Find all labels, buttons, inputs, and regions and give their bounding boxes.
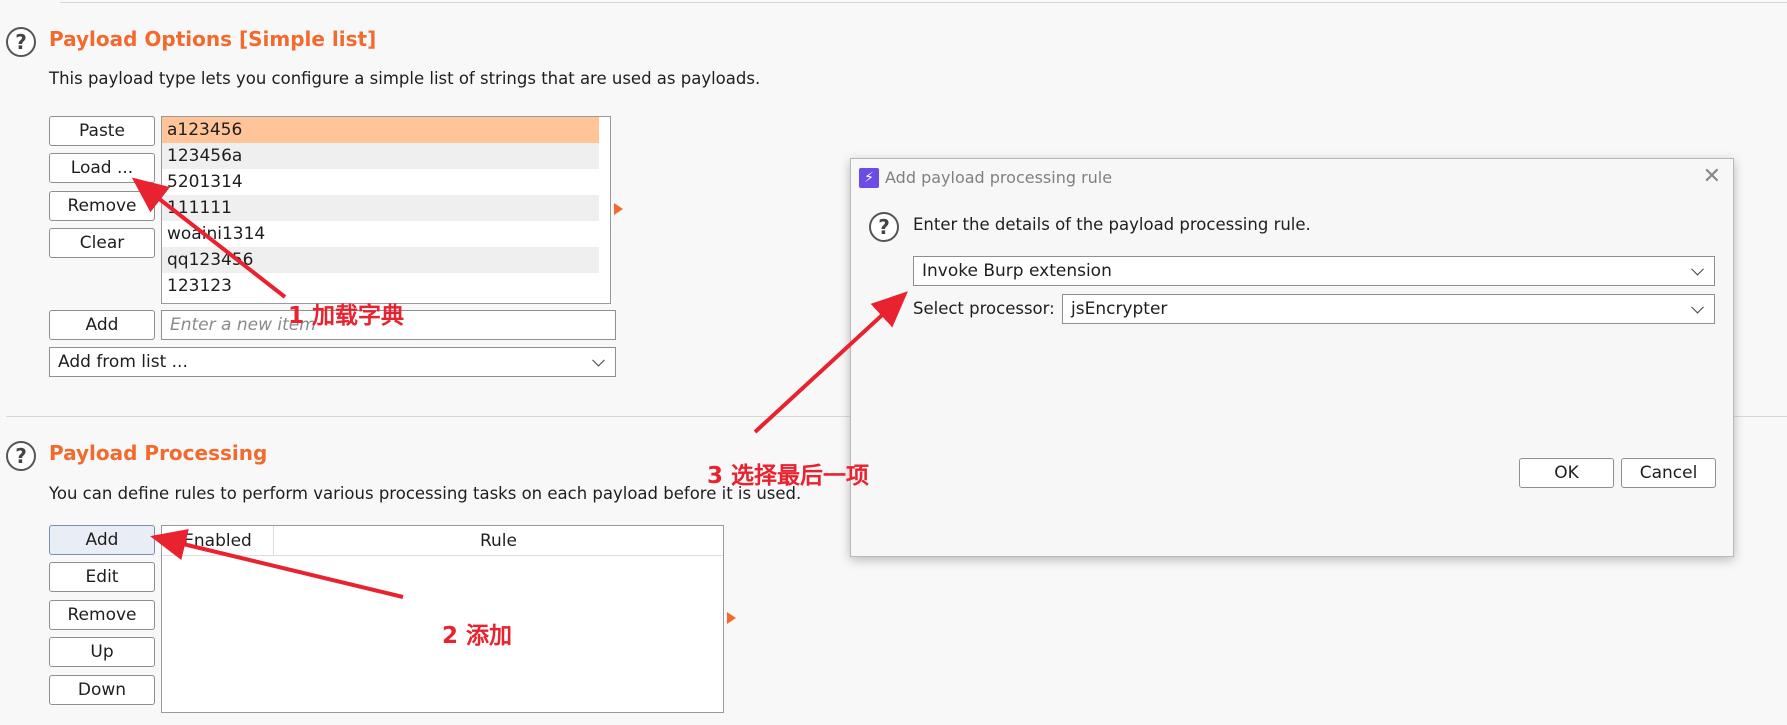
annotation-step3: 3 选择最后一项 bbox=[707, 463, 870, 489]
arrow-step3 bbox=[753, 291, 908, 434]
annotation-arrows bbox=[131, 177, 908, 599]
arrow-step1 bbox=[131, 177, 287, 299]
annotation-step2: 2 添加 bbox=[442, 623, 513, 649]
arrow-step2 bbox=[150, 528, 404, 599]
annotation-step1: 1 加载字典 bbox=[288, 303, 405, 329]
